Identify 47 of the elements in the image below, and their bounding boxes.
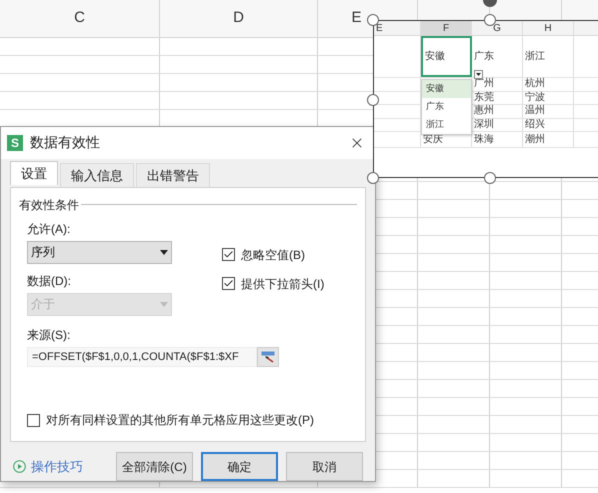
dropdown-item[interactable]: 浙江 (422, 116, 471, 134)
sheet-cell: 温州 (523, 105, 574, 118)
checkbox-label: 忽略空值(B) (241, 246, 305, 264)
dropdown-arrow-button[interactable] (474, 70, 483, 79)
source-field[interactable]: =OFFSET($F$1,0,0,1,COUNTA($F$1:$XF (27, 346, 257, 367)
resize-handle[interactable] (367, 94, 379, 106)
column-header[interactable]: C (74, 7, 85, 30)
tab[interactable]: 设置 (10, 160, 58, 185)
tips-link[interactable]: 操作技巧 (31, 456, 83, 476)
range-picker-button[interactable] (257, 346, 279, 367)
sheet-cell: 潮州 (523, 132, 574, 147)
column-header[interactable]: D (233, 7, 244, 30)
group-title: 有效性条件 (19, 196, 79, 214)
caret-icon (160, 302, 168, 307)
column-header: F (442, 22, 450, 36)
dialog-title: 数据有效性 (30, 133, 100, 152)
resize-handle[interactable] (484, 172, 496, 184)
checkbox-label: 提供下拉箭头(I) (241, 276, 324, 293)
sheet-cell: 浙江 (523, 36, 574, 77)
checkbox[interactable] (27, 414, 40, 426)
sheet-cell: 绍兴 (523, 118, 574, 131)
tab[interactable]: 输入信息 (60, 162, 134, 187)
caret-icon (160, 250, 168, 255)
dialog-button[interactable]: 全部清除(C) (116, 452, 193, 481)
checkbox[interactable] (222, 277, 235, 290)
column-header: G (493, 22, 501, 36)
play-circle-icon (13, 460, 26, 473)
dropdown-item[interactable]: 安徽 (422, 80, 471, 98)
sheet-cell: 杭州 (523, 78, 574, 90)
sheet-cell: 安徽 (421, 36, 472, 77)
data-label: 数据(D): (27, 272, 72, 290)
allow-label: 允许(A): (27, 220, 72, 238)
sheet-cell: 宁波 (523, 92, 574, 104)
column-header: E (376, 22, 383, 36)
dropdown-item[interactable]: 广东 (422, 98, 471, 116)
app-icon: S (7, 134, 23, 151)
column-header[interactable]: E (351, 7, 362, 30)
range-select-icon (261, 350, 275, 363)
dialog-button[interactable]: 确定 (201, 452, 278, 481)
checkbox[interactable] (222, 248, 235, 262)
dropdown-select[interactable]: 序列 (27, 240, 172, 264)
dialog-button[interactable]: 取消 (286, 452, 363, 481)
checkbox-label: 对所有同样设置的其他所有单元格应用这些更改(P) (46, 412, 314, 429)
column-header: H (544, 22, 552, 36)
tab[interactable]: 出错警告 (136, 162, 210, 187)
source-label: 来源(S): (26, 326, 72, 344)
caret-icon (476, 73, 481, 76)
